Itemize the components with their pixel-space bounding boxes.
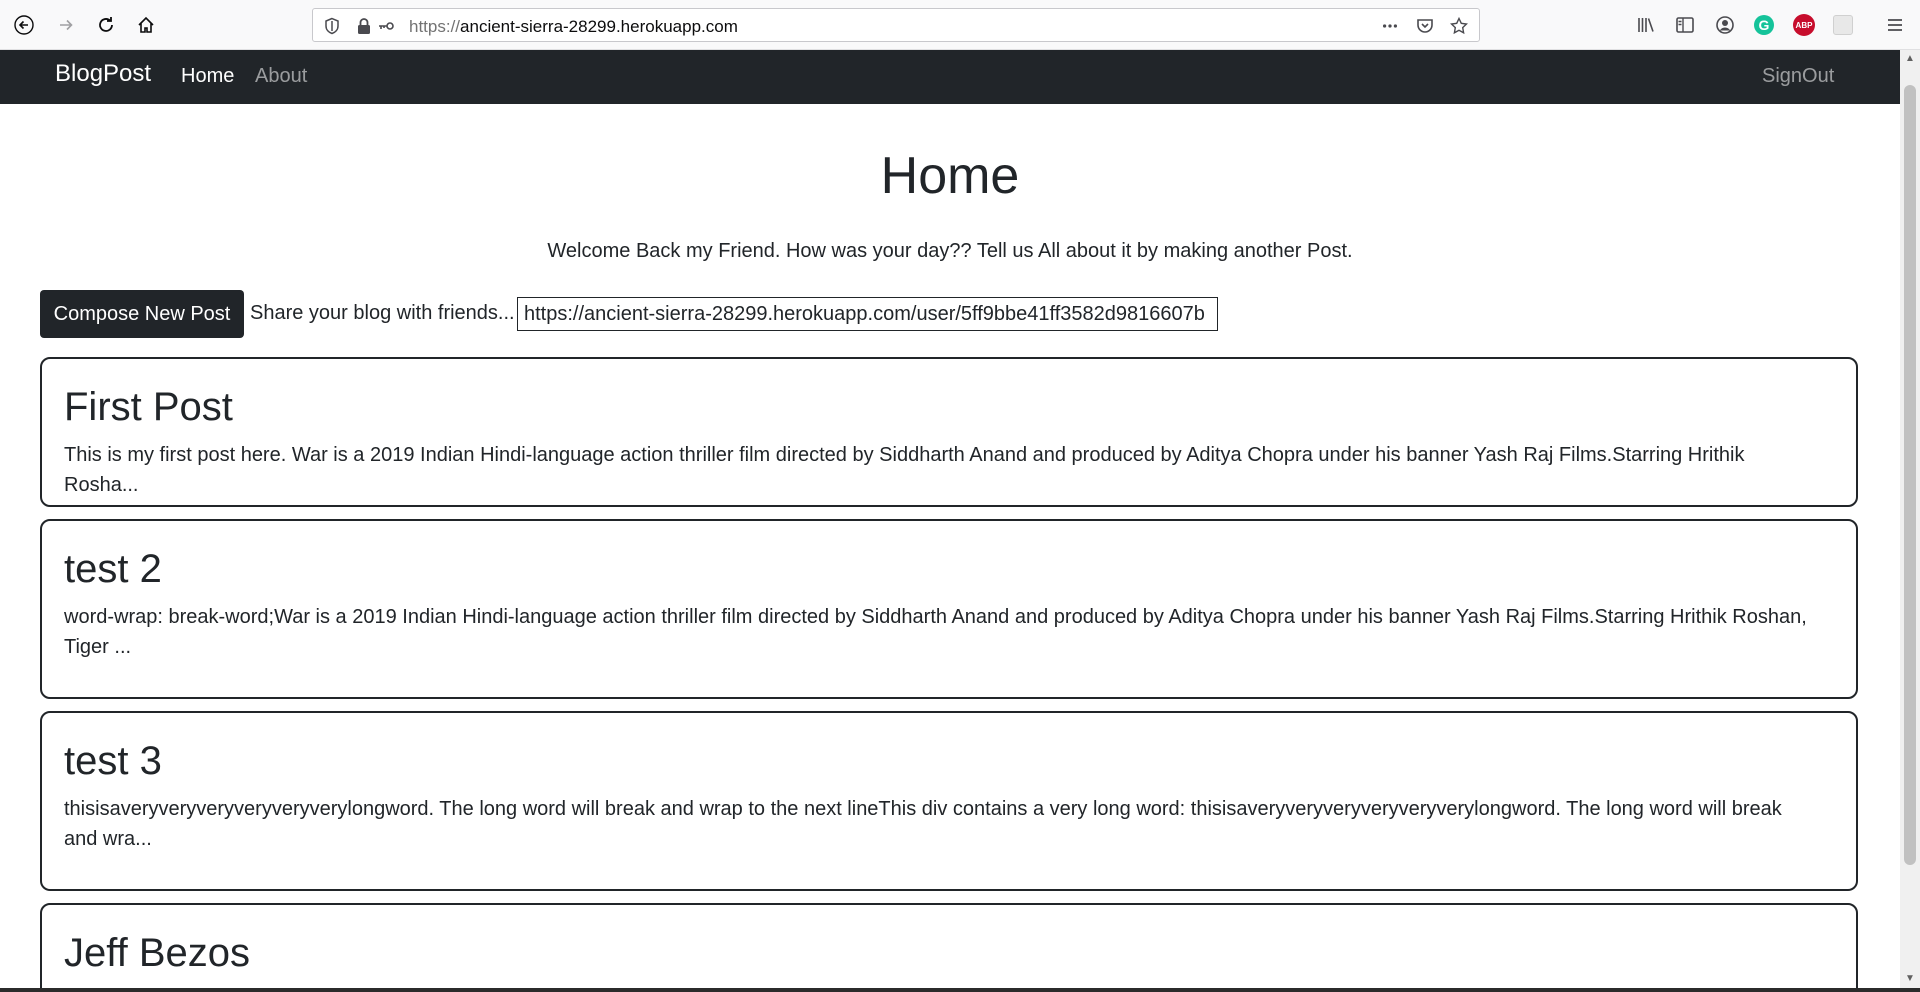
- back-arrow-icon[interactable]: [8, 9, 40, 41]
- url-host: ancient-sierra-28299.herokuapp.com: [460, 17, 738, 36]
- sidebar-icon[interactable]: [1673, 13, 1697, 37]
- post-body: thisisaveryveryveryveryveryverylongword.…: [64, 798, 1782, 850]
- more-icon[interactable]: [1380, 17, 1400, 35]
- window-bottom-edge: [0, 988, 1920, 992]
- page-viewport: BlogPost Home About SignOut Home Welcome…: [0, 50, 1900, 988]
- reload-icon[interactable]: [90, 9, 122, 41]
- hamburger-menu-icon[interactable]: [1883, 13, 1907, 37]
- post-card[interactable]: test 2 word-wrap: break-word;War is a 20…: [40, 519, 1858, 699]
- url-text[interactable]: https://ancient-sierra-28299.herokuapp.c…: [409, 17, 738, 37]
- brand-link[interactable]: BlogPost: [55, 60, 151, 88]
- lock-icon[interactable]: [355, 17, 373, 35]
- page-scrollbar[interactable]: ▲ ▼: [1900, 50, 1920, 988]
- nav-about-link[interactable]: About: [255, 65, 307, 88]
- post-body: word-wrap: break-word;War is a 2019 Indi…: [64, 606, 1807, 658]
- post-title[interactable]: Jeff Bezos: [64, 931, 250, 976]
- star-icon[interactable]: [1449, 17, 1469, 35]
- adblock-label: ABP: [1793, 14, 1815, 36]
- url-prefix: https://: [409, 17, 461, 36]
- compose-new-post-button[interactable]: Compose New Post: [40, 290, 244, 338]
- post-title[interactable]: test 3: [64, 739, 162, 784]
- post-title[interactable]: test 2: [64, 547, 162, 592]
- grammarly-icon[interactable]: G: [1752, 13, 1776, 37]
- post-body: This is my first post here. War is a 201…: [64, 444, 1745, 496]
- scroll-up-icon[interactable]: ▲: [1905, 54, 1915, 64]
- grammarly-letter: G: [1754, 15, 1774, 35]
- library-icon[interactable]: [1634, 13, 1658, 37]
- welcome-message: Welcome Back my Friend. How was your day…: [547, 240, 1353, 262]
- post-card[interactable]: First Post This is my first post here. W…: [40, 357, 1858, 507]
- account-icon[interactable]: [1713, 13, 1737, 37]
- home-icon[interactable]: [130, 9, 162, 41]
- extension-icon[interactable]: [1831, 13, 1855, 37]
- navbar: BlogPost Home About SignOut: [0, 50, 1900, 104]
- page-title: Home: [880, 147, 1020, 205]
- post-card[interactable]: test 3 thisisaveryveryveryveryveryverylo…: [40, 711, 1858, 891]
- browser-toolbar: https://ancient-sierra-28299.herokuapp.c…: [0, 0, 1920, 50]
- adblock-icon[interactable]: ABP: [1792, 13, 1816, 37]
- forward-arrow-icon[interactable]: [50, 9, 82, 41]
- signout-link[interactable]: SignOut: [1762, 65, 1834, 88]
- tracking-shield-icon[interactable]: [323, 17, 341, 35]
- url-bar[interactable]: https://ancient-sierra-28299.herokuapp.c…: [312, 8, 1480, 42]
- scrollbar-thumb[interactable]: [1904, 85, 1916, 865]
- post-title[interactable]: First Post: [64, 385, 233, 430]
- pocket-icon[interactable]: [1415, 17, 1435, 35]
- share-label: Share your blog with friends...: [250, 302, 515, 324]
- share-link-field[interactable]: https://ancient-sierra-28299.herokuapp.c…: [517, 297, 1218, 331]
- nav-home-link[interactable]: Home: [181, 65, 234, 88]
- post-card[interactable]: Jeff Bezos: [40, 903, 1858, 988]
- scroll-down-icon[interactable]: ▼: [1905, 974, 1915, 984]
- key-icon[interactable]: [377, 17, 395, 35]
